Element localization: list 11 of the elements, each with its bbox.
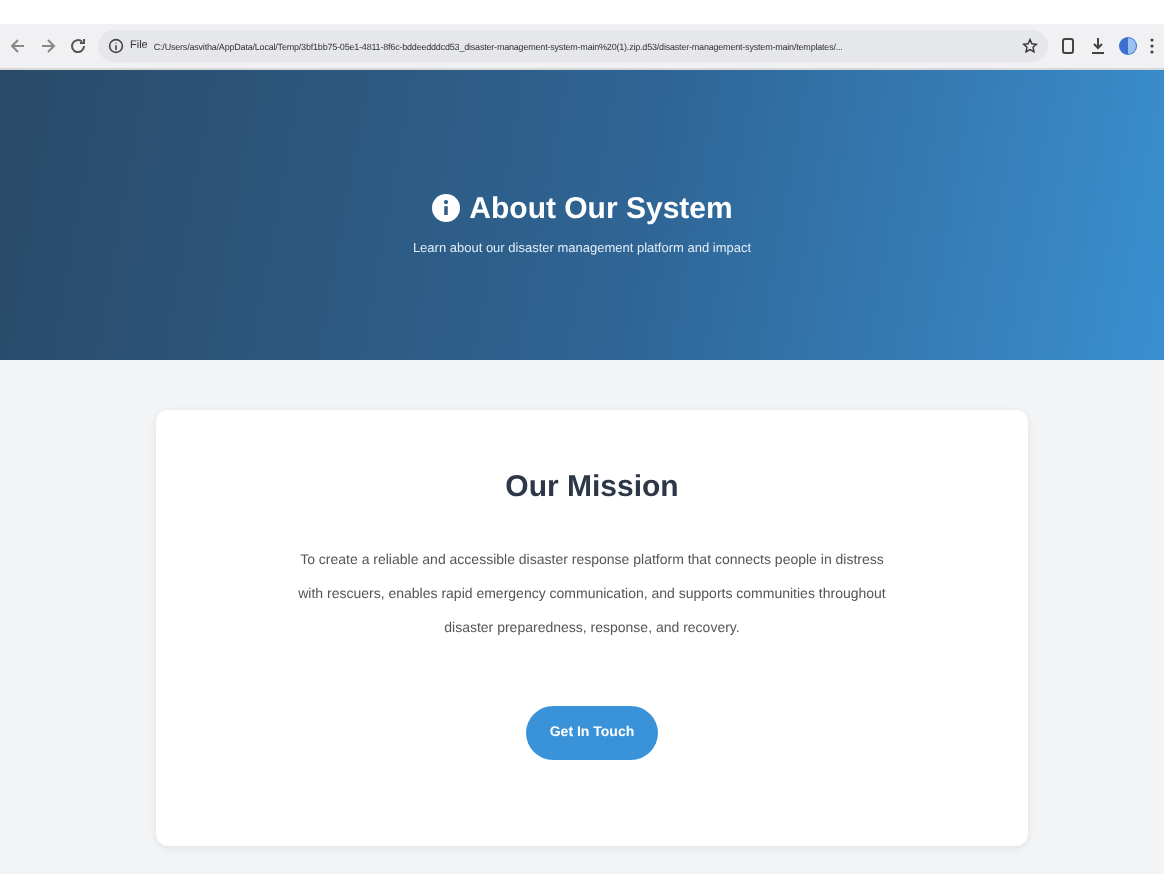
info-icon (108, 38, 124, 54)
page-title: About Our System (469, 191, 733, 225)
download-icon[interactable] (1088, 36, 1108, 56)
info-icon (431, 194, 460, 222)
star-icon[interactable] (1022, 38, 1038, 54)
reload-icon[interactable] (68, 36, 88, 56)
menu-icon[interactable] (1148, 36, 1156, 56)
profile-icon[interactable] (1118, 36, 1138, 56)
back-icon[interactable] (8, 36, 28, 56)
mission-title: Our Mission (505, 470, 679, 504)
forward-icon[interactable] (38, 36, 58, 56)
